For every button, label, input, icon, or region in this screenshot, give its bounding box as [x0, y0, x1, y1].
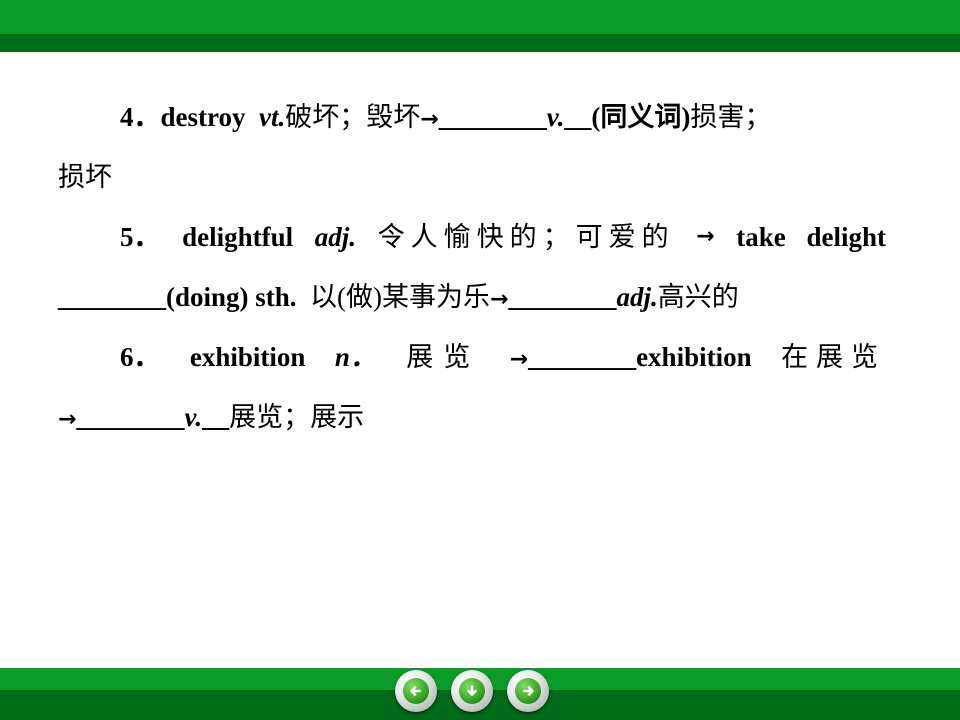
- arrow-left-icon: [410, 686, 421, 696]
- item-6-meaning2: 在展览: [780, 342, 886, 372]
- item-5-number: 5．: [120, 222, 161, 252]
- item-5-blank-1[interactable]: ________: [58, 277, 166, 317]
- item-5-meaning2: 以(做)某事为乐: [310, 282, 491, 312]
- item-4-line-1: 4．destroy vt.破坏；毁坏→________v.__(同义词)损害；: [120, 97, 771, 140]
- item-5-pos: adj.: [314, 222, 356, 252]
- item-6-pos: n．: [334, 342, 377, 372]
- item-5-phrase: take delight: [736, 222, 886, 252]
- item-4-word: destroy: [160, 102, 246, 132]
- item-5-arrow: →: [696, 224, 715, 249]
- previous-slide-button[interactable]: [395, 670, 437, 712]
- item-6-pos2-blank[interactable]: __: [202, 397, 229, 437]
- item-6-blank-2[interactable]: ________: [76, 397, 184, 437]
- item-5-meaning3: 高兴的: [657, 282, 739, 312]
- item-6-number: 6．: [120, 342, 161, 372]
- item-4-meaning2b: 损坏: [58, 162, 112, 192]
- slide-content: 4．destroy vt.破坏；毁坏→________v.__(同义词)损害； …: [0, 0, 960, 660]
- next-slide-button[interactable]: [507, 670, 549, 712]
- item-5-line-1: 5． delightful adj. 令人愉快的；可爱的 → take deli…: [120, 217, 886, 257]
- item-4-meaning2a: 损害；: [690, 102, 772, 132]
- item-5-word: delightful: [182, 222, 294, 252]
- item-4-pos2-blank[interactable]: __: [564, 97, 591, 137]
- item-6-line-2: →________v.__展览；展示: [58, 397, 364, 440]
- item-4-number: 4．: [120, 102, 161, 132]
- item-5-blank-2[interactable]: ________: [508, 277, 616, 317]
- item-6-line-1: 6． exhibition n． 展览 →________exhibition …: [120, 337, 886, 380]
- item-6-meaning: 展览: [406, 342, 481, 372]
- item-6-arrow: →: [509, 347, 529, 372]
- item-4-pos: vt.: [259, 102, 286, 132]
- item-5-line-2: ________(doing) sth. 以(做)某事为乐→________ad…: [58, 277, 739, 320]
- item-6-phrase: exhibition: [636, 342, 752, 372]
- item-6-arrow2: →: [58, 407, 77, 432]
- item-5-meaning: 令人愉快的；可爱的: [377, 222, 675, 252]
- item-4-note: (同义词): [591, 102, 691, 132]
- slide-navigation: [392, 660, 552, 720]
- item-5-pos2: adj.: [616, 282, 658, 312]
- item-4-arrow: →: [420, 107, 439, 132]
- item-6-meaning3: 展览；展示: [229, 402, 365, 432]
- item-6-blank-1[interactable]: ________: [528, 337, 636, 377]
- item-4-meaning: 破坏；毁坏: [285, 102, 421, 132]
- item-5-phrase2: (doing) sth.: [166, 282, 297, 312]
- item-4-blank[interactable]: ________: [439, 97, 547, 137]
- item-4-line-2: 损坏: [58, 157, 112, 197]
- arrow-down-icon: [467, 685, 477, 696]
- item-6-pos2: v.: [184, 402, 203, 432]
- return-button[interactable]: [451, 670, 493, 712]
- item-6-word: exhibition: [189, 342, 306, 372]
- item-4-pos2: v.: [546, 102, 565, 132]
- item-5-arrow2: →: [490, 287, 509, 312]
- arrow-right-icon: [523, 686, 534, 696]
